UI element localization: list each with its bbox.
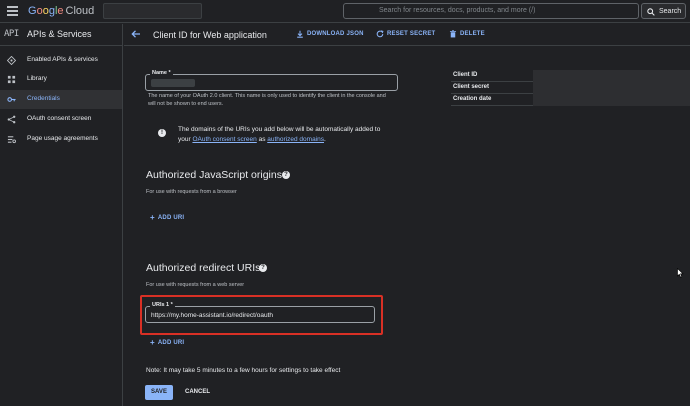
authorized-domains-link[interactable]: authorized domains: [267, 136, 324, 143]
consent-icon: [7, 115, 16, 124]
sidebar-item-library[interactable]: Library: [0, 70, 122, 89]
plus-icon: +: [150, 338, 155, 347]
delete-button[interactable]: DELETE: [449, 30, 485, 38]
help-icon[interactable]: ?: [282, 171, 290, 179]
sidebar-item-oauth-consent[interactable]: OAuth consent screen: [0, 110, 122, 129]
download-icon: [297, 30, 303, 38]
sidebar-title: APIs & Services: [27, 29, 92, 39]
download-json-button[interactable]: DOWNLOAD JSON: [297, 30, 364, 38]
page-title: Client ID for Web application: [153, 29, 267, 40]
oauth-consent-screen-link[interactable]: OAuth consent screen: [192, 136, 256, 143]
save-button[interactable]: SAVE: [145, 385, 173, 400]
search-placeholder: Search for resources, docs, products, an…: [379, 7, 536, 14]
diamond-icon: [7, 56, 16, 65]
sidebar-header: API APIs & Services: [0, 24, 123, 46]
search-button[interactable]: Search: [641, 3, 686, 19]
key-icon: [7, 97, 16, 102]
name-field[interactable]: Name *: [145, 70, 398, 91]
cancel-button[interactable]: CANCEL: [185, 389, 210, 395]
mouse-cursor-icon: [677, 268, 684, 278]
top-bar: Google Cloud Search for resources, docs, …: [0, 0, 690, 23]
search-input[interactable]: Search for resources, docs, products, an…: [343, 3, 639, 19]
info-text: The domains of the URIs you add below wi…: [178, 126, 381, 143]
back-arrow-icon[interactable]: [131, 29, 141, 39]
redirect-uris-title: Authorized redirect URIs: [146, 262, 261, 274]
menu-icon[interactable]: [7, 6, 18, 16]
settings-note: Note: It may take 5 minutes to a few hou…: [146, 367, 341, 374]
redirect-uri-label: URIs 1 *: [150, 302, 175, 308]
search-icon: [647, 8, 655, 16]
redirect-uri-field[interactable]: URIs 1 * https://my.home-assistant.io/re…: [145, 302, 375, 323]
api-badge: API: [4, 29, 19, 39]
trash-icon: [449, 30, 457, 38]
name-field-label: Name *: [150, 70, 173, 76]
js-origins-subtitle: For use with requests from a browser: [146, 189, 237, 195]
page-header: Client ID for Web application DOWNLOAD J…: [124, 24, 690, 46]
refresh-icon: [376, 30, 384, 38]
info-box: ! The domains of the URIs you add below …: [145, 116, 388, 154]
js-origins-title: Authorized JavaScript origins: [146, 169, 282, 181]
add-js-origin-uri-button[interactable]: + ADD URI: [150, 212, 184, 222]
name-hint: The name of your OAuth 2.0 client. This …: [148, 93, 386, 107]
details-values-redacted: [533, 70, 690, 106]
project-selector[interactable]: [103, 3, 202, 19]
add-redirect-uri-button[interactable]: + ADD URI: [150, 337, 184, 347]
sidebar-item-credentials[interactable]: Credentials: [0, 90, 122, 109]
info-icon: !: [158, 129, 166, 137]
name-value-redacted: [151, 79, 195, 87]
sidebar-item-page-usage[interactable]: Page usage agreements: [0, 130, 122, 149]
plus-icon: +: [150, 213, 155, 222]
sidebar-item-enabled-apis[interactable]: Enabled APIs & services: [0, 51, 122, 70]
redirect-uris-subtitle: For use with requests from a web server: [146, 282, 245, 288]
sidebar: API APIs & Services Enabled APIs & servi…: [0, 24, 123, 406]
library-icon: [7, 75, 16, 84]
settings-list-icon: [7, 136, 16, 144]
google-cloud-logo[interactable]: Google Cloud: [28, 5, 94, 17]
redirect-uri-value: https://my.home-assistant.io/redirect/oa…: [151, 311, 273, 319]
help-icon[interactable]: ?: [259, 264, 267, 272]
reset-secret-button[interactable]: RESET SECRET: [376, 30, 435, 38]
